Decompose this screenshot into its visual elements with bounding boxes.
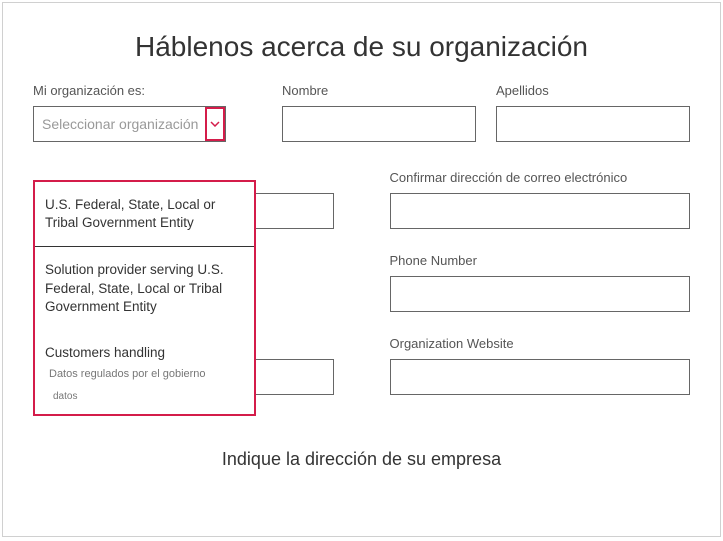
dropdown-option-2[interactable]: Solution provider serving U.S. Federal, … [35, 247, 254, 330]
chevron-down-icon[interactable] [205, 107, 225, 141]
confirm-email-group: Confirmar dirección de correo electrónic… [390, 170, 691, 229]
org-dropdown: U.S. Federal, State, Local or Tribal Gov… [33, 180, 256, 416]
confirm-email-label: Confirmar dirección de correo electrónic… [390, 170, 691, 185]
page-title: Háblenos acerca de su organización [3, 3, 720, 83]
last-name-label: Apellidos [496, 83, 690, 98]
org-select[interactable]: Seleccionar organización [33, 106, 226, 142]
org-website-group: Organization Website [390, 336, 691, 395]
phone-label: Phone Number [390, 253, 691, 268]
form-container: Háblenos acerca de su organización Mi or… [2, 2, 721, 537]
first-name-label: Nombre [282, 83, 476, 98]
org-website-input[interactable] [390, 359, 691, 395]
dropdown-option-3-sub: Datos regulados por el gobierno [35, 366, 254, 391]
phone-input[interactable] [390, 276, 691, 312]
dropdown-option-3-sub2: datos [35, 391, 254, 414]
org-select-placeholder: Seleccionar organización [42, 116, 198, 132]
dropdown-option-3[interactable]: Customers handling [35, 330, 254, 366]
org-field-group: Mi organización es: Seleccionar organiza… [33, 83, 226, 142]
last-name-group: Apellidos [496, 83, 690, 142]
form-row-1: Mi organización es: Seleccionar organiza… [33, 83, 690, 142]
first-name-input[interactable] [282, 106, 476, 142]
last-name-input[interactable] [496, 106, 690, 142]
phone-group: Phone Number [390, 253, 691, 312]
first-name-group: Nombre [282, 83, 476, 142]
org-label: Mi organización es: [33, 83, 226, 98]
page-subtitle: Indique la dirección de su empresa [3, 419, 720, 490]
dropdown-option-1[interactable]: U.S. Federal, State, Local or Tribal Gov… [35, 182, 254, 246]
confirm-email-input[interactable] [390, 193, 691, 229]
org-website-label: Organization Website [390, 336, 691, 351]
